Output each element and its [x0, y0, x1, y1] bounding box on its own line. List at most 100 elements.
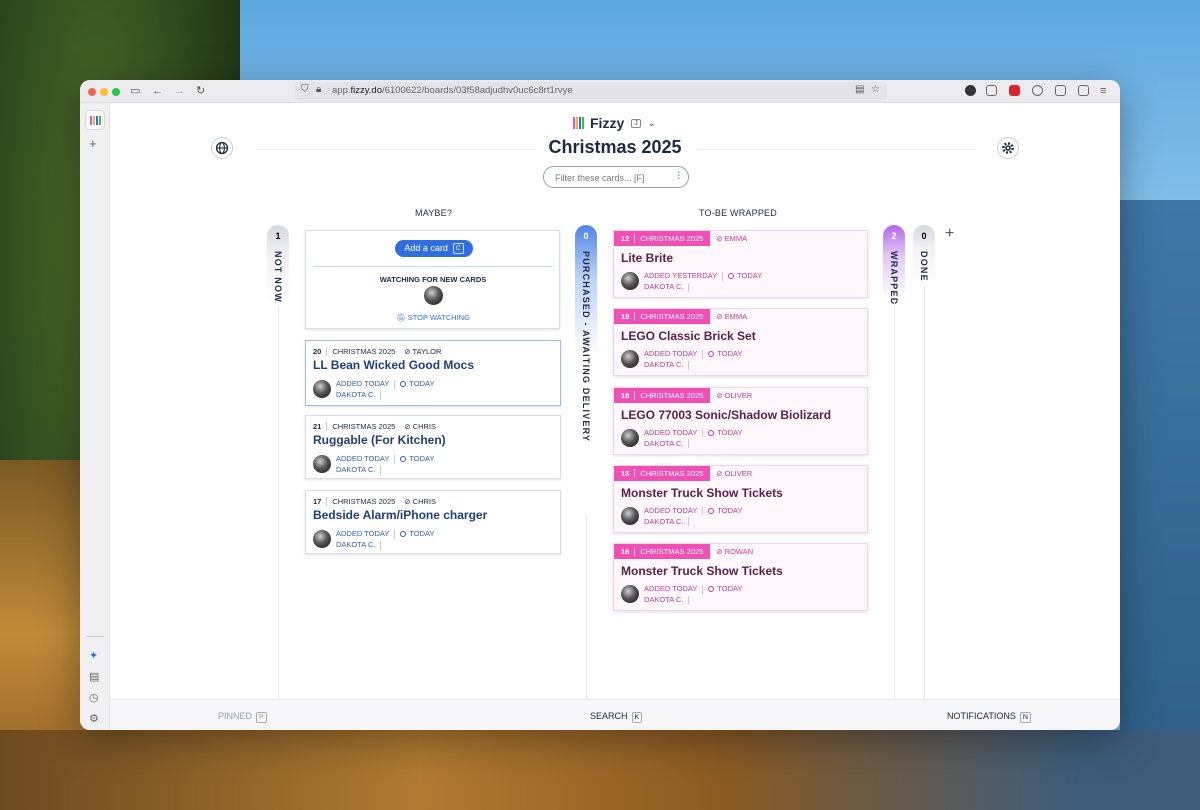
tabs-icon[interactable]: ▤: [89, 670, 99, 683]
card-board-tag[interactable]: CHRISTMAS 2025: [332, 497, 395, 506]
card-title[interactable]: LEGO Classic Brick Set: [621, 329, 756, 343]
address-bar[interactable]: ⛉ 🔒︎ app.fizzy.do/6100622/boards/03f58ad…: [295, 82, 887, 101]
card-board-tag[interactable]: 12 CHRISTMAS 2025: [614, 231, 711, 246]
card-author: DAKOTA C.: [336, 390, 376, 399]
desktop-sea: [1120, 200, 1200, 810]
app-shortcut: J: [631, 118, 641, 128]
card-author: DAKOTA C.: [336, 540, 376, 549]
author-avatar: [621, 272, 639, 290]
card-updated: TODAY: [717, 505, 743, 515]
activity-icon: [400, 531, 407, 538]
new-tab-plus-icon[interactable]: +: [89, 136, 97, 151]
card-meta: ADDED TODAY TODAY DAKOTA C.: [313, 528, 435, 550]
card-tags: 18 CHRISTMAS 2025 ⊘ OLIVER: [614, 387, 752, 403]
card-title[interactable]: Bedside Alarm/iPhone charger: [313, 508, 487, 522]
card-person-tag[interactable]: ⊘ EMMA: [716, 312, 747, 321]
desktop-cliff: [0, 730, 1200, 810]
notifications-button[interactable]: NOTIFICATIONS N: [947, 711, 1031, 723]
card-number: 18: [621, 390, 636, 400]
card-person-tag[interactable]: ⊘ TAYLOR: [404, 347, 441, 356]
watcher-avatar: [424, 286, 443, 305]
account-icon[interactable]: [965, 85, 976, 96]
card[interactable]: 16 CHRISTMAS 2025 ⊘ ROWAN Monster Truck Sho…: [613, 543, 868, 612]
ublock-icon[interactable]: [1009, 85, 1020, 96]
sparkle-icon[interactable]: ✦: [89, 649, 98, 662]
chevron-down-icon[interactable]: ⌄: [648, 118, 656, 129]
card[interactable]: 12 CHRISTMAS 2025 ⊘ EMMA Lite Brite ADDED YE…: [613, 230, 868, 298]
card-title[interactable]: Monster Truck Show Tickets: [621, 486, 783, 500]
pinned-button[interactable]: PINNED P: [218, 711, 267, 723]
add-card-button[interactable]: Add a card C: [395, 240, 473, 257]
activity-icon: [708, 429, 715, 436]
browser-toolbar: ▭ ← → ↻ ⛉ 🔒︎ app.fizzy.do/6100622/boards…: [80, 80, 1120, 103]
card-board-tag[interactable]: 16 CHRISTMAS 2025: [614, 544, 711, 560]
card-title[interactable]: Ruggable (For Kitchen): [313, 433, 446, 447]
stop-watching-button[interactable]: 🔕︎ STOP WATCHING: [306, 313, 560, 322]
url-text: app.fizzy.do/6100622/boards/03f58adjudhv…: [332, 85, 573, 96]
back-icon[interactable]: ←: [152, 84, 163, 98]
card-person-tag[interactable]: ⊘ CHRIS: [404, 422, 436, 431]
minimize-window-button[interactable]: [100, 88, 108, 96]
card-title[interactable]: LEGO 77003 Sonic/Shadow Biolizard: [621, 408, 831, 422]
maybe-column-title: MAYBE?: [415, 208, 453, 218]
purchased-count: 0: [583, 231, 589, 241]
card[interactable]: 17 CHRISTMAS 2025 ⊘ CHRIS Bedside Alarm/iPh…: [305, 490, 561, 554]
clock-icon[interactable]: ◷: [89, 691, 99, 704]
filter-input[interactable]: Filter these cards... [F] ⫶: [543, 166, 689, 188]
extensions-icon[interactable]: [986, 85, 997, 96]
activity-icon: [400, 456, 407, 463]
card-meta: ADDED TODAY TODAY DAKOTA C.: [313, 378, 435, 400]
to-be-wrapped-column-title: TO-BE WRAPPED: [699, 208, 777, 218]
card-title[interactable]: Lite Brite: [621, 251, 673, 265]
card-person-tag[interactable]: ⊘ CHRIS: [404, 497, 436, 506]
board-settings-gear-icon[interactable]: [997, 137, 1019, 159]
card[interactable]: 21 CHRISTMAS 2025 ⊘ CHRIS Ruggable (For Kit…: [305, 415, 561, 479]
not-now-count: 1: [275, 231, 281, 241]
card[interactable]: 19 CHRISTMAS 2025 ⊘ EMMA LEGO Classic Brick…: [613, 308, 868, 377]
card-board-tag[interactable]: 19 CHRISTMAS 2025: [614, 309, 711, 325]
not-now-label: NOT NOW: [273, 251, 283, 303]
zoom-window-button[interactable]: [112, 88, 120, 96]
forward-icon[interactable]: →: [174, 84, 185, 98]
card[interactable]: 18 CHRISTMAS 2025 ⊘ OLIVER LEGO 77003 Sonic…: [613, 386, 868, 455]
container-icon[interactable]: [1055, 85, 1066, 96]
card-title[interactable]: Monster Truck Show Tickets: [621, 564, 783, 578]
bookmark-star-icon[interactable]: ☆: [871, 84, 880, 95]
reload-icon[interactable]: ↻: [196, 84, 205, 98]
card-board-tag[interactable]: 15 CHRISTMAS 2025: [614, 465, 711, 481]
card-updated: TODAY: [717, 349, 743, 359]
search-button[interactable]: SEARCH K: [590, 711, 643, 723]
reader-icon[interactable]: ▤: [855, 84, 864, 95]
footer-bar: PINNED P SEARCH K NOTIFICATIONS N: [110, 699, 1120, 730]
card-title[interactable]: LL Bean Wicked Good Mocs: [313, 358, 474, 372]
card[interactable]: 15 CHRISTMAS 2025 ⊘ OLIVER Monster Truck Sh…: [613, 464, 868, 533]
close-window-button[interactable]: [88, 88, 96, 96]
card-board-tag[interactable]: CHRISTMAS 2025: [332, 347, 395, 356]
author-avatar: [621, 350, 639, 369]
card-board-tag[interactable]: 18 CHRISTMAS 2025: [614, 387, 711, 403]
tag-icon: ⊘: [716, 547, 725, 557]
card-author: DAKOTA C.: [644, 438, 684, 448]
card-person-tag[interactable]: ⊘ OLIVER: [716, 391, 752, 400]
card-person-tag[interactable]: ⊘ OLIVER: [716, 469, 752, 478]
card-added: ADDED TODAY: [644, 584, 698, 594]
fizzy-app-icon[interactable]: [85, 110, 105, 130]
card-board-tag[interactable]: CHRISTMAS 2025: [332, 422, 395, 431]
menu-icon[interactable]: ≡: [1100, 84, 1106, 98]
author-avatar: [313, 530, 331, 548]
add-column-plus-icon[interactable]: +: [945, 225, 954, 243]
settings-gear-icon[interactable]: ⚙: [89, 712, 99, 725]
app-name: Fizzy: [590, 115, 625, 131]
card[interactable]: 20 CHRISTMAS 2025 ⊘ TAYLOR LL Bean Wicked G…: [305, 340, 561, 406]
not-now-divider: [278, 308, 279, 713]
card-person-tag[interactable]: ⊘ ROWAN: [716, 547, 753, 556]
extension-globe-icon[interactable]: [1032, 85, 1043, 96]
filter-sliders-icon[interactable]: ⫶: [678, 171, 681, 182]
sidebar-panel-icon[interactable]: [1078, 85, 1089, 96]
card-tags: 19 CHRISTMAS 2025 ⊘ EMMA: [614, 309, 747, 325]
card-person-tag[interactable]: ⊘ EMMA: [716, 234, 747, 243]
sidebar-toggle-icon[interactable]: ▭: [130, 84, 140, 98]
card-added: ADDED TODAY: [336, 454, 390, 463]
app-switcher[interactable]: Fizzy J ⌄: [572, 113, 655, 133]
card-author: DAKOTA C.: [336, 465, 376, 474]
